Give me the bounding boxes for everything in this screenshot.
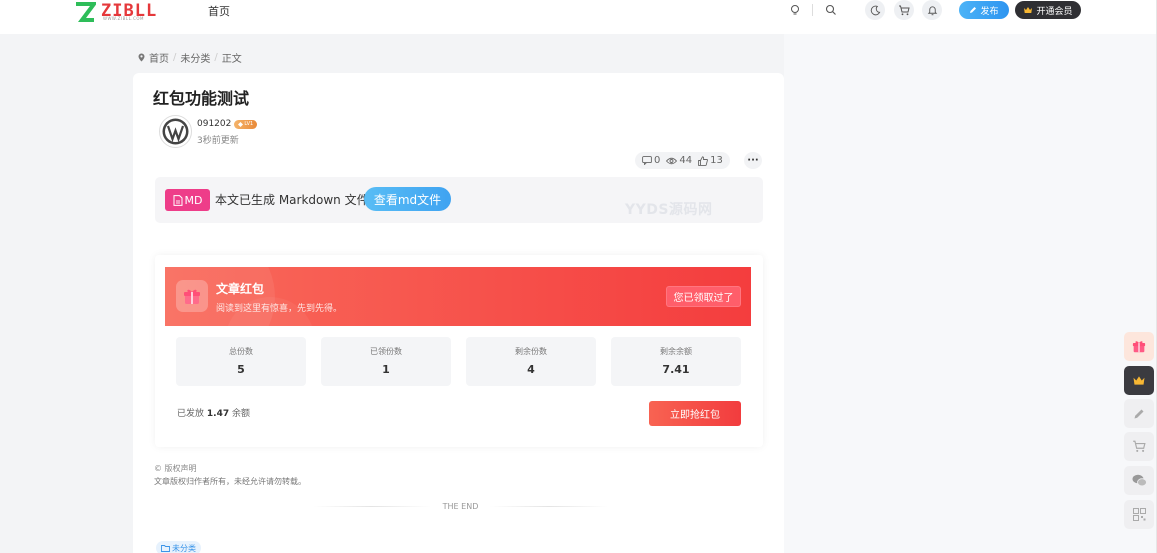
comment-icon (642, 156, 652, 165)
gift-icon (176, 280, 208, 312)
float-vip-button[interactable] (1124, 366, 1154, 395)
red-packet-card: 文章红包 阅读到这里有惊喜，先到先得。 您已领取过了 总份数 5 已领份数 1 … (155, 255, 763, 447)
more-options-button[interactable]: ··· (744, 152, 762, 169)
stat-remaining-shares: 剩余份数 4 (466, 337, 596, 386)
stat-total-shares: 总份数 5 (176, 337, 306, 386)
float-edit-button[interactable] (1124, 399, 1154, 428)
stat-claimed-shares: 已领份数 1 (321, 337, 451, 386)
breadcrumb-separator: / (214, 52, 218, 63)
the-end-label: THE END (442, 501, 479, 511)
md-notice-text: 本文已生成 Markdown 文件 (215, 193, 369, 207)
comment-stat[interactable]: 0 (642, 155, 660, 166)
publish-button[interactable]: 发布 (959, 1, 1009, 19)
sidebar-area (784, 34, 1157, 553)
grab-red-packet-button[interactable]: 立即抢红包 (649, 401, 741, 426)
the-end-divider: THE END (313, 500, 609, 512)
view-count: 44 (679, 155, 693, 166)
breadcrumb-separator: / (173, 52, 177, 63)
issued-prefix: 已发放 (177, 409, 205, 419)
open-vip-button[interactable]: 开通会员 (1015, 1, 1081, 19)
float-qrcode-button[interactable] (1124, 500, 1154, 529)
issued-value: 1.47 (206, 409, 230, 419)
like-stat[interactable]: 13 (698, 155, 723, 166)
stat-label: 剩余份数 (515, 347, 547, 356)
diamond-icon (238, 121, 244, 127)
red-packet-banner: 文章红包 阅读到这里有惊喜，先到先得。 您已领取过了 (165, 267, 751, 326)
qrcode-icon (1132, 508, 1146, 521)
level-badge: LV1 (234, 119, 258, 129)
file-icon (173, 194, 183, 206)
crown-icon (1024, 7, 1033, 13)
breadcrumb-home[interactable]: 首页 (149, 50, 169, 65)
claimed-status-button[interactable]: 您已领取过了 (666, 286, 741, 307)
location-pin-icon (138, 53, 145, 62)
divider-line (313, 505, 431, 507)
divider-line (490, 505, 609, 507)
pencil-icon (1134, 409, 1144, 418)
pencil-icon (970, 7, 977, 13)
thumbs-up-icon (698, 155, 709, 166)
article-title: 红包功能测试 (153, 89, 250, 108)
copyright-heading: © 版权声明 (154, 464, 197, 473)
level-label: LV1 (244, 121, 254, 127)
cart-icon[interactable] (894, 0, 914, 20)
md-tag-label: MD (184, 193, 203, 207)
top-header: ZIBLL WWW.ZIBLL.COM 首页 发布 开通会员 (0, 0, 1157, 34)
breadcrumb-current: 正文 (221, 54, 242, 65)
stat-label: 总份数 (229, 347, 253, 356)
view-stat: 44 (666, 155, 692, 166)
view-md-button[interactable]: 查看md文件 (364, 187, 451, 211)
wechat-icon (1132, 474, 1147, 487)
red-packet-desc: 阅读到这里有惊喜，先到先得。 (216, 304, 343, 314)
stat-value: 7.41 (662, 363, 690, 376)
author-avatar[interactable] (159, 115, 192, 148)
article-stats: 0 44 13 (635, 152, 730, 169)
logo-subtext: WWW.ZIBLL.COM (103, 16, 144, 21)
logo-mark-icon (76, 2, 96, 22)
issued-suffix: 余额 (231, 409, 250, 419)
category-tag[interactable]: 未分类 (156, 541, 201, 553)
site-logo[interactable]: ZIBLL WWW.ZIBLL.COM (74, 0, 164, 24)
author-name[interactable]: 091202 (197, 119, 231, 129)
breadcrumb-category[interactable]: 未分类 (180, 50, 210, 65)
stat-label: 已领份数 (370, 347, 402, 356)
updated-time: 3秒前更新 (197, 136, 239, 146)
search-icon[interactable] (822, 1, 840, 19)
author-name-row: 091202 LV1 (197, 119, 258, 129)
comment-count: 0 (654, 155, 661, 166)
crown-icon (1133, 376, 1145, 385)
float-wechat-button[interactable] (1124, 466, 1154, 495)
stat-remaining-balance: 剩余余额 7.41 (611, 337, 741, 386)
publish-label: 发布 (980, 6, 999, 17)
copyright-text: 文章版权归作者所有，未经允许请勿转载。 (154, 477, 306, 486)
bell-icon[interactable] (922, 0, 942, 20)
article-card: 红包功能测试 091202 LV1 3秒前更新 0 44 13 ··· MD 本… (133, 73, 784, 553)
md-tag: MD (165, 189, 210, 211)
stat-value: 5 (237, 363, 245, 376)
category-tag-label: 未分类 (172, 543, 196, 553)
vip-label: 开通会员 (1036, 6, 1073, 17)
gift-icon (1132, 341, 1146, 353)
moon-icon[interactable] (865, 0, 885, 20)
nav-home-link[interactable]: 首页 (208, 3, 230, 19)
like-count: 13 (710, 155, 723, 166)
folder-icon (161, 544, 170, 552)
lightbulb-icon[interactable] (786, 1, 804, 19)
stat-label: 剩余余额 (660, 347, 692, 356)
red-packet-title: 文章红包 (216, 282, 265, 296)
float-cart-button[interactable] (1124, 432, 1154, 461)
eye-icon (666, 157, 678, 164)
stat-value: 1 (382, 363, 390, 376)
float-red-packet-button[interactable] (1124, 332, 1154, 361)
cart-icon (1133, 440, 1146, 452)
breadcrumb: 首页 / 未分类 / 正文 (138, 50, 242, 65)
wordpress-logo-icon (162, 118, 189, 145)
issued-amount: 已发放 1.47 余额 (177, 406, 250, 419)
header-divider (812, 4, 813, 16)
markdown-notice: MD 本文已生成 Markdown 文件 查看md文件 YYDS源码网 (155, 177, 763, 223)
stat-value: 4 (527, 363, 535, 376)
watermark-text: YYDS源码网 (625, 202, 713, 218)
